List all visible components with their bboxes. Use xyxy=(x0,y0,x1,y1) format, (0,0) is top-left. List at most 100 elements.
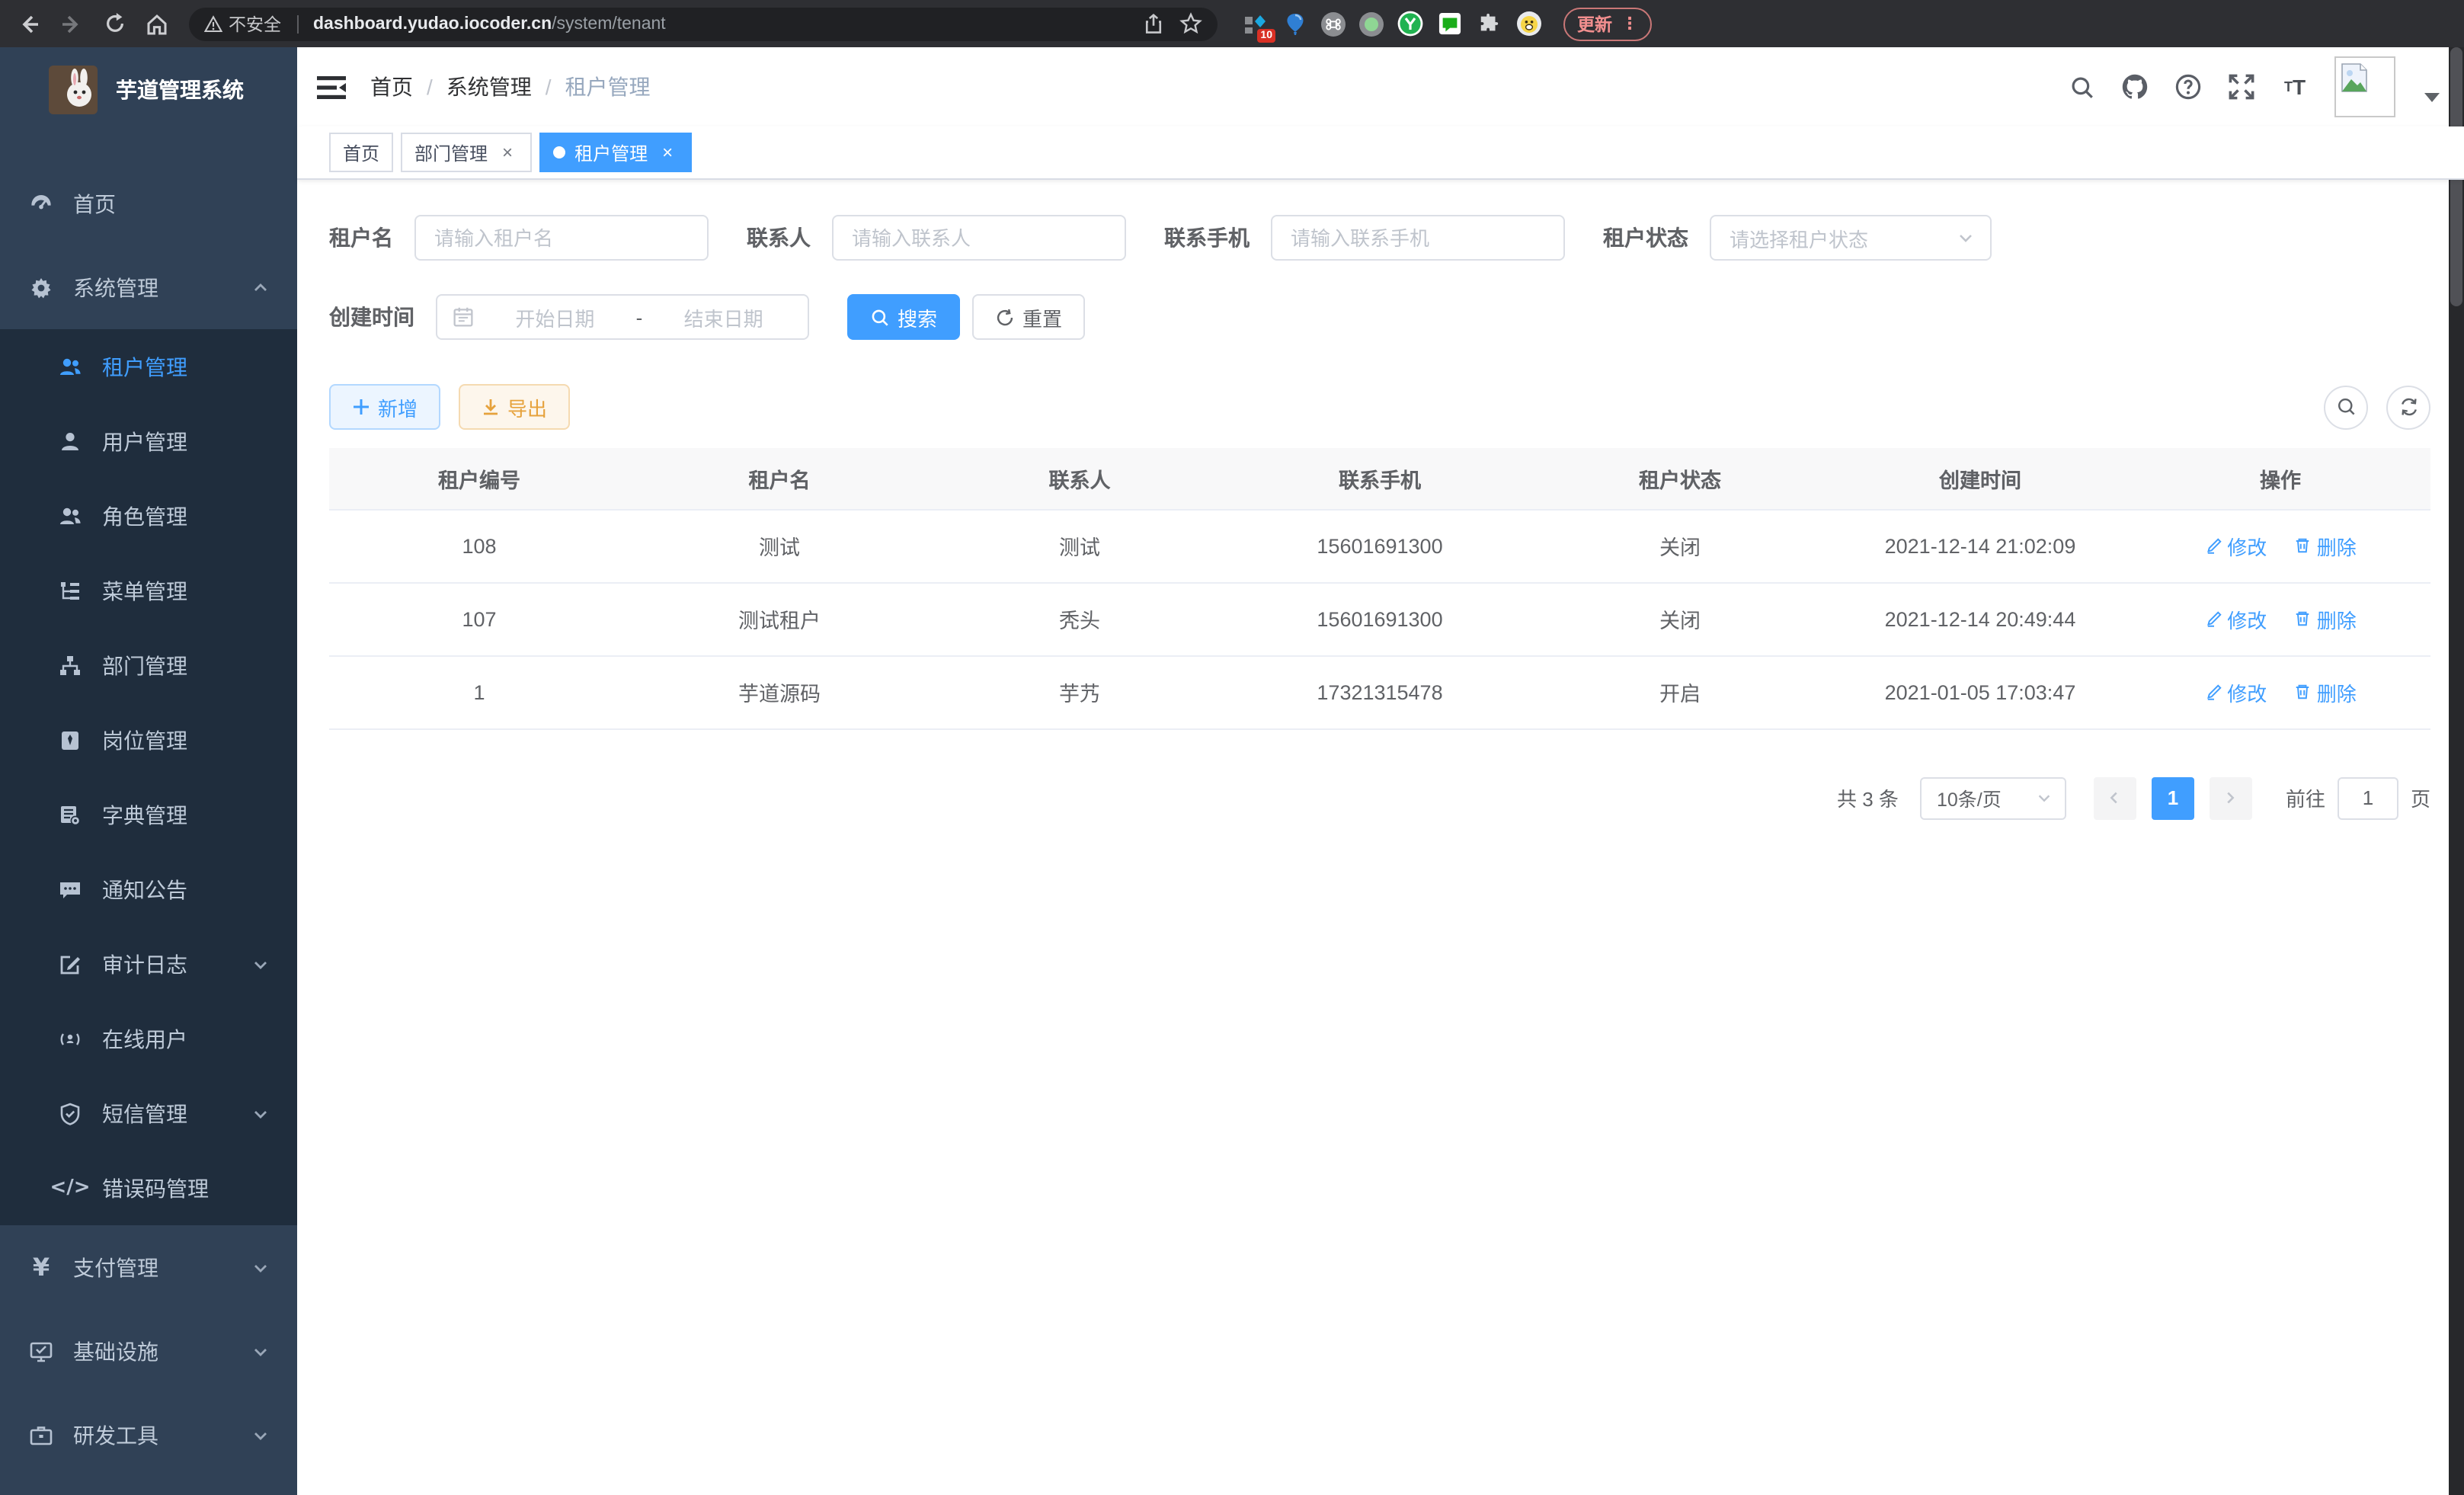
address-bar[interactable]: 不安全 dashboard.yudao.iocoder.cn/system/te… xyxy=(189,7,1218,40)
extension-puzzle-icon[interactable] xyxy=(1477,11,1502,37)
header-search-icon[interactable] xyxy=(2068,73,2095,101)
export-button[interactable]: 导出 xyxy=(459,384,570,430)
logo-image xyxy=(49,65,98,114)
tenant-name-input[interactable] xyxy=(414,215,709,261)
end-date-placeholder: 结束日期 xyxy=(654,303,792,331)
help-icon[interactable] xyxy=(2174,73,2202,101)
create-time-range-picker[interactable]: 开始日期 - 结束日期 xyxy=(436,294,809,340)
extension-emoji-icon[interactable] xyxy=(1516,11,1542,37)
sidebar-item-notice[interactable]: 通知公告 xyxy=(0,852,297,927)
page-number-button[interactable]: 1 xyxy=(2152,776,2194,819)
chevron-down-icon xyxy=(251,1426,270,1444)
next-page-button[interactable] xyxy=(2210,776,2252,819)
bookmark-star-icon[interactable] xyxy=(1179,12,1202,35)
extension-recorder-icon[interactable] xyxy=(1359,11,1384,36)
browser-update-button[interactable]: 更新 ⋮ xyxy=(1563,7,1652,40)
table-row: 108 测试 测试 15601691300 关闭 2021-12-14 21:0… xyxy=(329,509,2430,582)
sidebar-item-infrastructure[interactable]: 基础设施 xyxy=(0,1309,297,1393)
goto-page-input[interactable] xyxy=(2338,776,2398,819)
avatar[interactable] xyxy=(2334,56,2395,117)
extension-tabs-icon[interactable]: 10 xyxy=(1242,11,1268,37)
extension-command-icon[interactable] xyxy=(1321,11,1346,36)
security-warning[interactable]: 不安全 xyxy=(204,11,281,36)
show-search-toggle-button[interactable] xyxy=(2324,385,2368,429)
extension-yudao-icon[interactable] xyxy=(1397,11,1423,37)
browser-home-icon[interactable] xyxy=(140,7,174,40)
tab-tenant[interactable]: 租户管理 × xyxy=(539,133,692,172)
broadcast-user-icon xyxy=(58,1026,82,1051)
sidebar-item-user[interactable]: 用户管理 xyxy=(0,404,297,479)
reset-button[interactable]: 重置 xyxy=(972,294,1085,340)
search-button[interactable]: 搜索 xyxy=(847,294,960,340)
tab-home[interactable]: 首页 xyxy=(329,133,393,172)
mobile-label: 联系手机 xyxy=(1164,222,1250,253)
user-icon xyxy=(58,429,82,453)
users-icon xyxy=(58,504,82,528)
browser-reload-icon[interactable] xyxy=(98,7,131,40)
url-text: dashboard.yudao.iocoder.cn/system/tenant xyxy=(313,14,666,33)
calendar-icon xyxy=(453,306,474,328)
trash-icon xyxy=(2294,683,2312,701)
browser-toolbar: 不安全 dashboard.yudao.iocoder.cn/system/te… xyxy=(0,0,2464,47)
sidebar-item-online-users[interactable]: 在线用户 xyxy=(0,1001,297,1076)
edit-link[interactable]: 修改 xyxy=(2204,604,2267,633)
browser-back-icon[interactable] xyxy=(12,7,46,40)
sidebar-item-dept[interactable]: 部门管理 xyxy=(0,628,297,703)
font-size-icon[interactable]: TT xyxy=(2281,73,2309,101)
github-icon[interactable] xyxy=(2121,73,2149,101)
sidebar-item-post[interactable]: 岗位管理 xyxy=(0,703,297,777)
sidebar-item-dict[interactable]: 字典管理 xyxy=(0,777,297,852)
extension-chat-icon[interactable] xyxy=(1437,11,1463,37)
browser-forward-icon[interactable] xyxy=(55,7,88,40)
sidebar-item-payment[interactable]: ¥ 支付管理 xyxy=(0,1225,297,1309)
fullscreen-icon[interactable] xyxy=(2228,73,2255,101)
delete-link[interactable]: 删除 xyxy=(2294,531,2357,560)
delete-link[interactable]: 删除 xyxy=(2294,677,2357,706)
tab-dept[interactable]: 部门管理 × xyxy=(401,133,532,172)
refresh-table-button[interactable] xyxy=(2386,385,2430,429)
chevron-up-icon xyxy=(251,278,270,296)
sidebar-item-menu[interactable]: 菜单管理 xyxy=(0,553,297,628)
browser-menu-dots-icon[interactable]: ⋮ xyxy=(1621,14,1638,34)
create-time-label: 创建时间 xyxy=(329,302,414,332)
edit-icon xyxy=(2204,536,2222,555)
breadcrumb-home[interactable]: 首页 xyxy=(370,72,413,102)
prev-page-button[interactable] xyxy=(2094,776,2136,819)
sidebar-item-system[interactable]: 系统管理 xyxy=(0,245,297,329)
page-unit-label: 页 xyxy=(2411,783,2430,812)
breadcrumb-system[interactable]: 系统管理 xyxy=(446,72,532,102)
sidebar-item-sms[interactable]: 短信管理 xyxy=(0,1076,297,1151)
sidebar-item-error-code[interactable]: </> 错误码管理 xyxy=(0,1151,297,1225)
edit-link[interactable]: 修改 xyxy=(2204,677,2267,706)
mobile-input[interactable] xyxy=(1271,215,1565,261)
share-icon[interactable] xyxy=(1143,13,1164,34)
add-button[interactable]: 新增 xyxy=(329,384,440,430)
browser-extensions: 10 xyxy=(1242,11,1542,37)
sidebar-item-audit-log[interactable]: 审计日志 xyxy=(0,927,297,1001)
close-icon[interactable]: × xyxy=(657,142,678,163)
sidebar-logo[interactable]: 芋道管理系统 xyxy=(0,47,297,131)
extension-badge: 10 xyxy=(1257,29,1275,43)
sidebar-item-role[interactable]: 角色管理 xyxy=(0,479,297,553)
close-icon[interactable]: × xyxy=(497,142,518,163)
chevron-down-icon xyxy=(251,1342,270,1360)
delete-link[interactable]: 删除 xyxy=(2294,604,2357,633)
col-status: 租户状态 xyxy=(1530,448,1830,509)
edit-link[interactable]: 修改 xyxy=(2204,531,2267,560)
sidebar-item-dev-tools[interactable]: 研发工具 xyxy=(0,1393,297,1477)
browser-scrollbar[interactable] xyxy=(2449,47,2464,1495)
sidebar-item-tenant[interactable]: 租户管理 xyxy=(0,329,297,404)
chevron-down-icon xyxy=(251,1258,270,1276)
user-menu-caret-icon[interactable] xyxy=(2424,93,2440,102)
breadcrumb-current: 租户管理 xyxy=(565,72,651,102)
tenant-table: 租户编号 租户名 联系人 联系手机 租户状态 创建时间 操作 108 测试 xyxy=(329,448,2430,729)
contact-input[interactable] xyxy=(832,215,1126,261)
page-size-select[interactable]: 10条/页 xyxy=(1920,776,2066,819)
sidebar-item-home[interactable]: 首页 xyxy=(0,162,297,245)
status-select[interactable]: 请选择租户状态 xyxy=(1710,215,1992,261)
col-tenant-name: 租户名 xyxy=(629,448,930,509)
sidebar-collapse-icon[interactable] xyxy=(315,72,346,102)
table-toolbar: 新增 导出 xyxy=(329,384,2430,430)
extension-balloon-icon[interactable] xyxy=(1282,11,1307,37)
chevron-right-icon xyxy=(2222,789,2239,806)
